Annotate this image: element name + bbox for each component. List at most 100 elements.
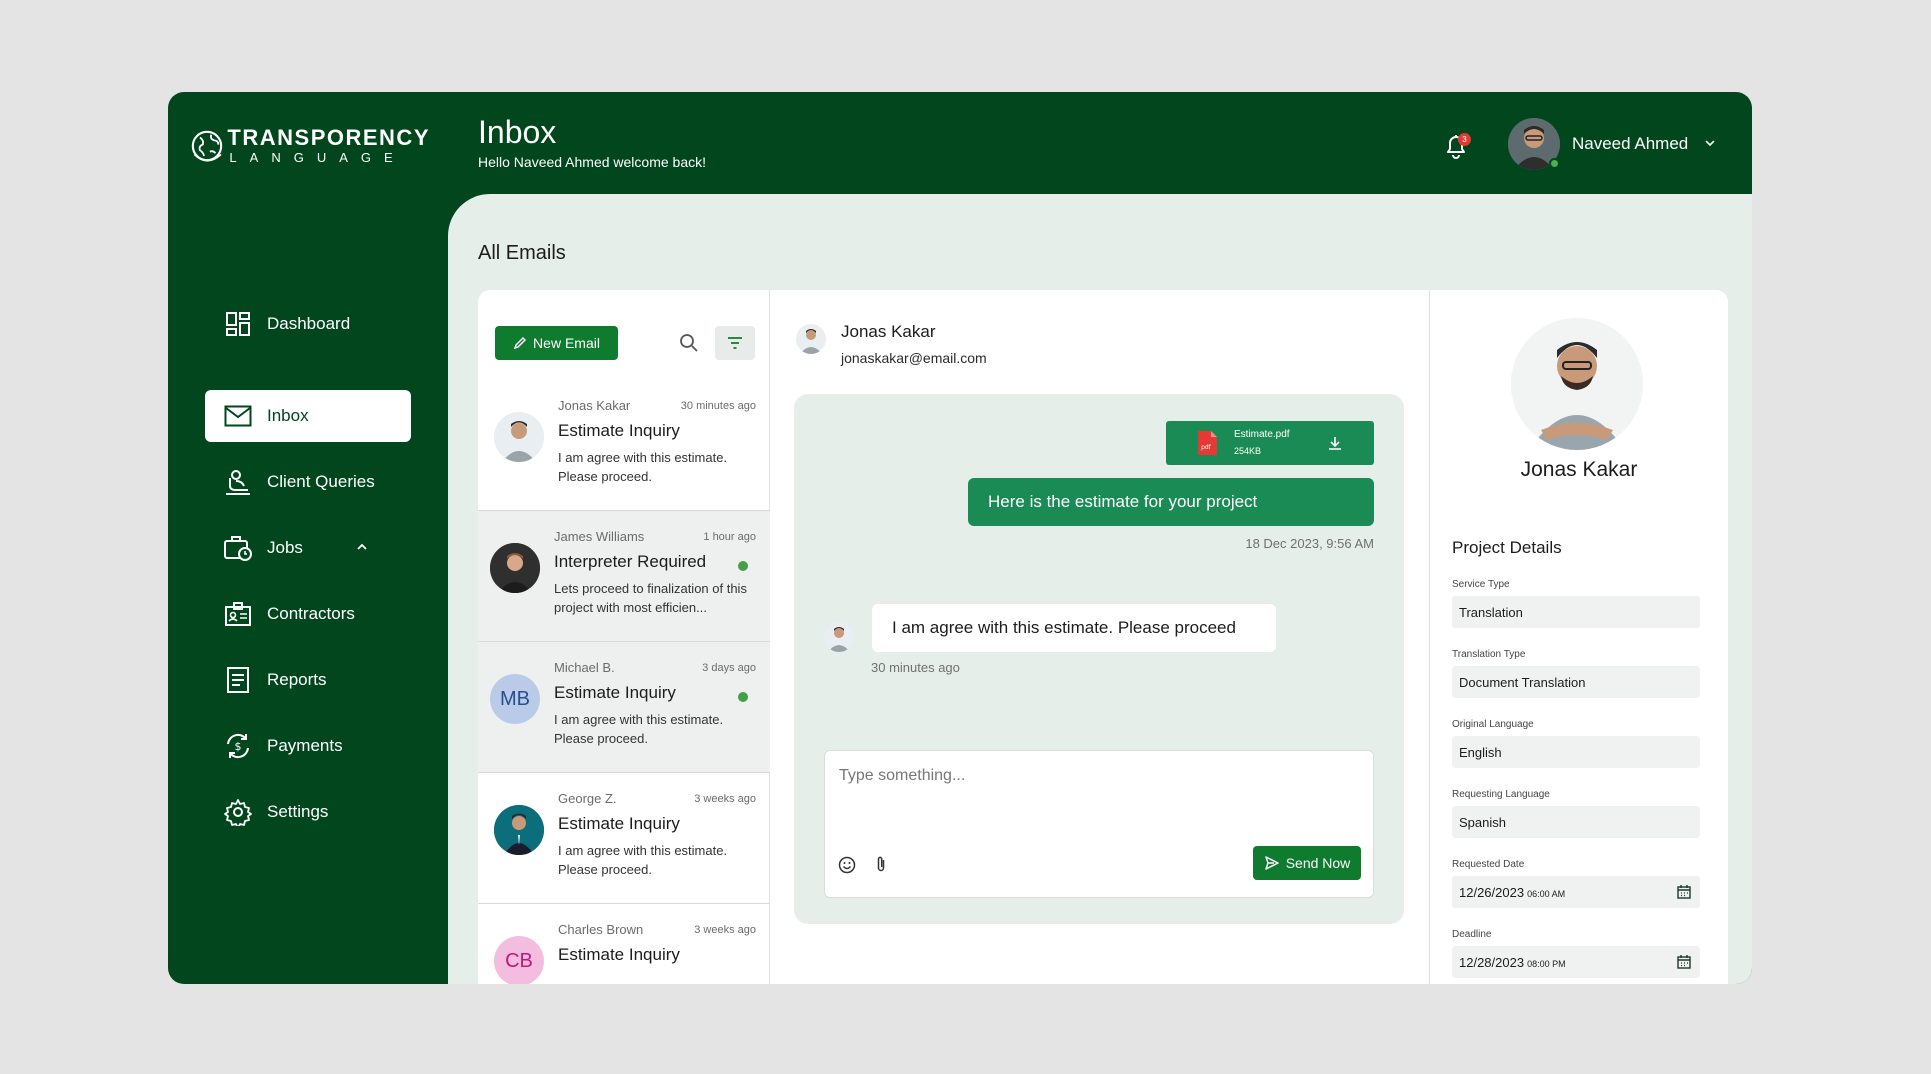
email-sender: Michael B. (554, 660, 615, 675)
send-button-label: Send Now (1285, 855, 1351, 871)
sidebar-item-dashboard[interactable]: Dashboard (205, 298, 411, 350)
payment-cycle-icon: $ (223, 731, 253, 761)
new-email-label: New Email (533, 335, 600, 351)
email-time: 3 weeks ago (694, 793, 756, 805)
outgoing-message: Here is the estimate for your project (968, 478, 1374, 526)
chevron-up-icon[interactable] (355, 540, 369, 554)
mail-icon (223, 401, 253, 431)
sidebar-item-label: Payments (267, 736, 343, 755)
sidebar-item-label: Settings (267, 802, 329, 821)
requested-time-value: 06:00 AM (1527, 889, 1566, 899)
translation-type-field[interactable]: Document Translation (1452, 666, 1700, 698)
translation-type-value: Document Translation (1459, 675, 1586, 690)
online-status-dot (1549, 158, 1560, 169)
deadline-field[interactable]: 12/28/2023 08:00 PM (1452, 946, 1700, 978)
dashboard-icon (223, 309, 253, 339)
filter-button[interactable] (715, 326, 755, 360)
email-time: 3 days ago (702, 662, 756, 674)
sidebar-item-reports[interactable]: Reports (205, 654, 411, 706)
filter-icon (728, 337, 742, 349)
svg-text:$: $ (235, 740, 242, 753)
email-subject: Estimate Inquiry (558, 421, 680, 440)
email-subject: Estimate Inquiry (558, 945, 680, 964)
sidebar-item-payments[interactable]: $ Payments (205, 720, 411, 772)
deadline-time-value: 08:00 PM (1527, 959, 1566, 969)
original-language-label: Original Language (1452, 719, 1534, 730)
profile-photo (1511, 318, 1643, 450)
email-preview: I am agree with this estimate. Please pr… (554, 712, 724, 746)
sidebar-item-label: Dashboard (267, 314, 351, 333)
email-subject: Estimate Inquiry (554, 683, 676, 702)
brand-tagline: LANGUAGE (229, 150, 406, 165)
contact-avatar (824, 622, 854, 652)
calendar-icon[interactable] (1676, 884, 1692, 900)
email-list: New Email Jonas Kakar 30 minutes ago Est… (478, 290, 770, 984)
email-preview: I am agree with this estimate. Please pr… (558, 450, 728, 484)
contact-details-pane: Jonas Kakar Project Details Service Type… (1430, 290, 1728, 984)
search-icon[interactable] (678, 332, 700, 354)
sidebar-item-contractors[interactable]: Contractors (205, 588, 411, 640)
download-icon[interactable] (1326, 434, 1344, 452)
globe-logo-icon (191, 130, 223, 162)
email-sender: Jonas Kakar (558, 398, 631, 413)
project-details-title: Project Details (1452, 538, 1562, 557)
attachment-name: Estimate.pdf (1234, 429, 1290, 440)
email-list-item[interactable]: Jonas Kakar 30 minutes ago Estimate Inqu… (478, 380, 770, 511)
service-type-field[interactable]: Translation (1452, 596, 1700, 628)
attachment-clip-icon[interactable] (871, 855, 891, 875)
section-title: All Emails (478, 242, 566, 264)
email-time: 3 weeks ago (694, 924, 756, 936)
sidebar-item-client-queries[interactable]: Client Queries (205, 456, 411, 508)
incoming-message-time: 30 minutes ago (871, 660, 960, 675)
client-queries-icon (223, 467, 253, 497)
email-sender: George Z. (558, 791, 617, 806)
outgoing-message-time: 18 Dec 2023, 9:56 AM (1245, 536, 1374, 551)
deadline-date-value: 12/28/2023 (1459, 955, 1525, 970)
unread-dot (738, 561, 748, 571)
email-list-item[interactable]: MB Michael B. 3 days ago Estimate Inquir… (478, 642, 770, 773)
original-language-field[interactable]: English (1452, 736, 1700, 768)
email-list-item[interactable]: CB Charles Brown 3 weeks ago Estimate In… (478, 904, 770, 984)
sidebar-item-label: Jobs (267, 538, 303, 557)
emoji-icon[interactable] (837, 855, 857, 875)
attachment-card[interactable]: pdf Estimate.pdf 254KB (1166, 421, 1374, 465)
email-subject: Interpreter Required (554, 552, 707, 571)
message-input[interactable] (839, 767, 1339, 785)
requesting-language-field[interactable]: Spanish (1452, 806, 1700, 838)
incoming-message: I am agree with this estimate. Please pr… (872, 604, 1276, 652)
email-list-item[interactable]: George Z. 3 weeks ago Estimate Inquiry I… (478, 773, 770, 904)
email-preview: Lets proceed to finalization of this pro… (554, 581, 747, 615)
email-time: 1 hour ago (703, 531, 756, 543)
sender-avatar (494, 805, 544, 855)
email-list-item[interactable]: James Williams 1 hour ago Interpreter Re… (478, 511, 770, 642)
sidebar-item-settings[interactable]: Settings (205, 786, 411, 838)
briefcase-clock-icon (223, 533, 253, 563)
calendar-icon[interactable] (1676, 954, 1692, 970)
requested-date-field[interactable]: 12/26/2023 06:00 AM (1452, 876, 1700, 908)
send-button[interactable]: Send Now (1253, 846, 1361, 880)
sidebar-item-inbox[interactable]: Inbox (205, 390, 411, 442)
sender-avatar (494, 412, 544, 462)
report-icon (223, 665, 253, 695)
notification-badge: 3 (1458, 133, 1471, 146)
id-card-icon (223, 599, 253, 629)
svg-text:pdf: pdf (1201, 444, 1212, 451)
requesting-language-label: Requesting Language (1452, 789, 1550, 800)
page-title: Inbox (478, 114, 557, 150)
pdf-file-icon: pdf (1198, 431, 1217, 455)
translation-type-label: Translation Type (1452, 649, 1526, 660)
email-sender: James Williams (554, 529, 645, 544)
avatar-initials: CB (505, 949, 533, 972)
message-thread: pdf Estimate.pdf 254KB Here is the estim… (794, 394, 1404, 924)
user-name[interactable]: Naveed Ahmed (1572, 134, 1688, 154)
app-window: TRANSPORENCY LANGUAGE Inbox Hello Naveed… (168, 92, 1752, 984)
original-language-value: English (1459, 745, 1502, 760)
message-composer: Send Now (824, 750, 1374, 898)
sidebar-item-jobs[interactable]: Jobs (205, 522, 411, 574)
chevron-down-icon[interactable] (1703, 136, 1717, 150)
new-email-button[interactable]: New Email (495, 326, 618, 360)
unread-dot (738, 692, 748, 702)
brand-logo[interactable]: TRANSPORENCY LANGUAGE (190, 118, 430, 174)
page-subtitle: Hello Naveed Ahmed welcome back! (478, 154, 707, 170)
sender-avatar (490, 543, 540, 593)
